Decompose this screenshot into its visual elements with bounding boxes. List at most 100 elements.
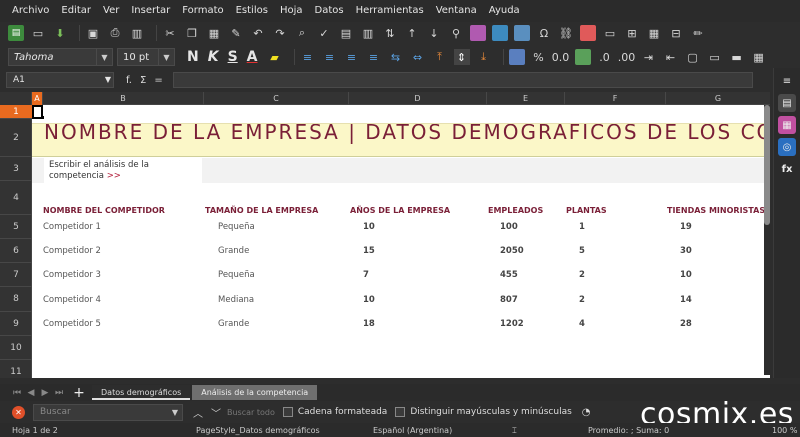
justify-icon[interactable]: ≡ — [366, 49, 382, 65]
selection-mode-icon[interactable]: ⌶ — [512, 426, 517, 436]
row-header-8[interactable]: 8 — [0, 287, 32, 312]
table-cell[interactable]: 455 — [500, 270, 518, 280]
table-cell[interactable]: Competidor 5 — [43, 319, 101, 329]
scrollbar-thumb[interactable] — [764, 105, 770, 225]
table-cell[interactable]: 100 — [500, 222, 518, 232]
table-cell[interactable]: Competidor 3 — [43, 270, 101, 280]
column-icon[interactable]: ▥ — [360, 25, 376, 41]
formatted-string-checkbox[interactable] — [282, 407, 293, 417]
name-box[interactable]: A1 ▼ — [6, 72, 114, 88]
percent-format-icon[interactable]: % — [531, 49, 547, 65]
font-color-button[interactable]: A — [247, 49, 258, 65]
clone-format-icon[interactable]: ✎ — [228, 25, 244, 41]
row-header-6[interactable]: 6 — [0, 239, 32, 263]
define-print-area-icon[interactable]: ⊞ — [624, 25, 640, 41]
autofilter-icon[interactable]: ⚲ — [448, 25, 464, 41]
analysis-link-cell[interactable]: Escribir el análisis de la competencia >… — [44, 158, 202, 183]
row-header-7[interactable]: 7 — [0, 263, 32, 287]
currency-format-icon[interactable] — [508, 49, 525, 65]
menu-ayuda[interactable]: Ayuda — [483, 0, 526, 22]
table-cell[interactable]: 10 — [363, 222, 375, 232]
border-style-icon[interactable]: ▭ — [707, 49, 723, 65]
show-draw-functions-icon[interactable]: ✏ — [690, 25, 706, 41]
font-name-combo[interactable]: Tahoma ▼ — [8, 48, 113, 66]
align-right-icon[interactable]: ≡ — [344, 49, 360, 65]
export-pdf-icon[interactable]: ▣ — [85, 25, 101, 41]
selection-summary[interactable]: Promedio: ; Suma: 0 — [588, 426, 669, 435]
formula-icon[interactable]: = — [154, 75, 162, 86]
table-cell[interactable]: 2 — [579, 295, 585, 305]
hyperlink-icon[interactable]: ⛓ — [558, 25, 574, 41]
properties-icon[interactable]: ▤ — [778, 94, 796, 112]
row-icon[interactable]: ▤ — [338, 25, 354, 41]
align-bottom-icon[interactable]: ⤓ — [476, 49, 492, 65]
menu-archivo[interactable]: Archivo — [6, 0, 55, 22]
center-vertically-icon[interactable]: ⇕ — [453, 49, 470, 65]
row-header-5[interactable]: 5 — [0, 215, 32, 239]
table-cell[interactable]: 2050 — [500, 246, 524, 256]
menu-hoja[interactable]: Hoja — [274, 0, 309, 22]
align-top-icon[interactable]: ⤒ — [432, 49, 448, 65]
table-cell[interactable]: 4 — [579, 319, 585, 329]
highlight-color-icon[interactable]: ▰ — [267, 49, 283, 65]
print-icon[interactable]: ⎙ — [107, 25, 123, 41]
save-icon[interactable]: ⬇ — [52, 25, 68, 41]
find-replace-icon[interactable]: ⌕ — [294, 25, 310, 41]
previous-sheet-icon[interactable]: ◀ — [24, 388, 38, 398]
navigator-icon[interactable]: ◎ — [778, 138, 796, 156]
analysis-arrow-link[interactable]: >> — [107, 171, 121, 181]
table-cell[interactable]: Mediana — [218, 295, 254, 305]
align-center-icon[interactable]: ≡ — [322, 49, 338, 65]
menu-formato[interactable]: Formato — [176, 0, 229, 22]
italic-button[interactable]: K — [208, 49, 219, 65]
font-size-combo[interactable]: 10 pt ▼ — [117, 48, 175, 66]
table-cell[interactable]: 1202 — [500, 319, 524, 329]
zoom-level[interactable]: 100 % — [772, 426, 797, 435]
chevron-down-icon[interactable]: ▼ — [105, 73, 111, 87]
table-cell[interactable]: 807 — [500, 295, 518, 305]
wrap-text-icon[interactable]: ⇆ — [388, 49, 404, 65]
vertical-scrollbar[interactable] — [764, 105, 770, 375]
functions-icon[interactable]: fx — [778, 160, 796, 178]
table-cell[interactable]: 30 — [680, 246, 692, 256]
menu-ventana[interactable]: Ventana — [430, 0, 483, 22]
increase-indent-icon[interactable]: ⇥ — [641, 49, 657, 65]
table-cell[interactable]: Competidor 4 — [43, 295, 101, 305]
row-header-10[interactable]: 10 — [0, 336, 32, 360]
column-header-e[interactable]: E — [487, 92, 565, 105]
open-folder-icon[interactable]: ▭ — [30, 25, 46, 41]
table-cell[interactable]: 15 — [363, 246, 375, 256]
chevron-down-icon[interactable]: ▼ — [158, 49, 174, 65]
date-format-icon[interactable] — [574, 49, 591, 65]
new-document-icon[interactable]: ▤ — [8, 25, 24, 41]
table-cell[interactable]: 5 — [579, 246, 585, 256]
table-cell[interactable]: Grande — [218, 246, 249, 256]
tab-analisis-competencia[interactable]: Análisis de la competencia — [192, 385, 318, 400]
match-case-checkbox[interactable] — [395, 407, 406, 417]
close-icon[interactable]: ✕ — [12, 405, 25, 419]
table-cell[interactable]: 10 — [363, 295, 375, 305]
select-all-corner[interactable] — [0, 92, 32, 105]
bold-button[interactable]: N — [187, 49, 199, 65]
table-cell[interactable]: 14 — [680, 295, 692, 305]
find-all-button[interactable]: Buscar todo — [227, 408, 275, 417]
chevron-down-icon[interactable]: ▼ — [96, 49, 112, 65]
tab-datos-demograficos[interactable]: Datos demográficos — [92, 385, 191, 400]
sheet-cells[interactable]: NOMBRE DE LA EMPRESA | DATOS DEMOGRÁFICO… — [32, 105, 770, 378]
table-cell[interactable]: Pequeña — [218, 270, 255, 280]
row-header-1[interactable]: 1 — [0, 105, 32, 119]
formula-input[interactable] — [172, 72, 753, 88]
language[interactable]: Español (Argentina) — [373, 426, 452, 435]
undo-icon[interactable]: ↶ — [250, 25, 266, 41]
menu-datos[interactable]: Datos — [309, 0, 350, 22]
find-replace-icon[interactable]: ◔ — [582, 407, 591, 418]
sum-icon[interactable]: Σ — [140, 75, 146, 86]
table-cell[interactable]: 19 — [680, 222, 692, 232]
insert-image-icon[interactable] — [470, 25, 486, 41]
table-cell[interactable]: 1 — [579, 222, 585, 232]
column-header-c[interactable]: C — [204, 92, 349, 105]
row-header-2[interactable]: 2 — [0, 119, 32, 157]
borders-icon[interactable]: ▢ — [685, 49, 701, 65]
search-input[interactable]: Buscar ▼ — [33, 403, 183, 421]
menu-insertar[interactable]: Insertar — [125, 0, 176, 22]
